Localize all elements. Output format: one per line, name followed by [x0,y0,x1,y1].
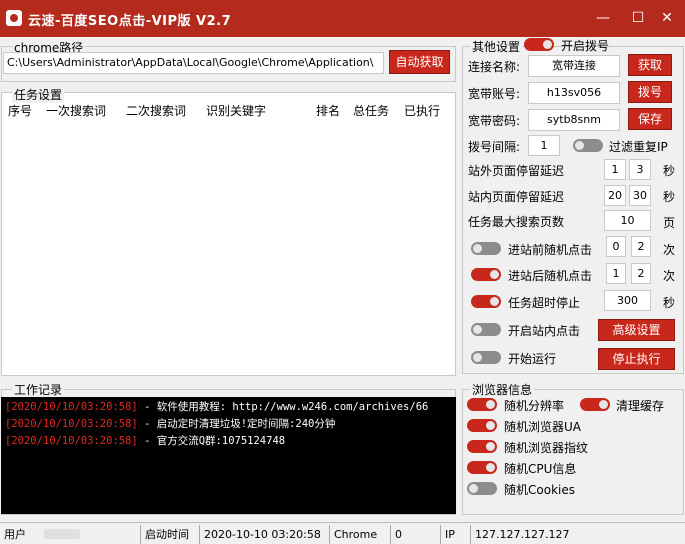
dial-button[interactable]: 拨号 [628,81,672,103]
column-total-tasks[interactable]: 总任务 [353,102,389,119]
random-cookies-toggle[interactable] [467,482,497,495]
work-log-console[interactable]: [2020/10/10/03:20:58] - 软件使用教程: http://w… [1,397,456,514]
log-line: [2020/10/10/03:20:58] - 官方交流Q群:107512474… [5,435,286,447]
task-settings-group [1,92,456,376]
pre-click-unit: 次 [663,243,676,257]
dial-interval-label: 拨号间隔: [468,140,521,154]
run-label: 开始运行 [508,352,557,366]
post-click-unit: 次 [663,269,676,283]
post-click-toggle[interactable] [471,268,501,281]
status-ip-value: 127.127.127.127 [470,525,569,544]
stop-execution-button[interactable]: 停止执行 [598,348,675,370]
pre-click-label: 进站前随机点击 [508,243,593,257]
column-index[interactable]: 序号 [8,102,32,119]
status-start-time-value: 2020-10-10 03:20:58 [199,525,321,544]
timeout-label: 任务超时停止 [508,296,581,310]
browser-info-legend: 浏览器信息 [470,381,535,398]
account-input[interactable]: h13sv056 [528,82,620,104]
status-bar: 用户 启动时间 2020-10-10 03:20:58 Chrome 0 IP … [0,522,685,544]
max-pages-unit: 页 [663,216,676,230]
timeout-unit: 秒 [663,296,676,310]
column-identify-keyword[interactable]: 识别关键字 [206,102,266,119]
filter-ip-label: 过滤重复IP [609,140,668,154]
max-pages-label: 任务最大搜索页数 [468,215,565,229]
post-click-max[interactable]: 2 [631,263,651,284]
column-rank[interactable]: 排名 [316,102,340,119]
minimize-button[interactable]: — [588,6,618,30]
password-label: 宽带密码: [468,114,521,128]
close-button[interactable]: ✕ [652,6,682,30]
other-settings-legend: 其他设置 [470,38,523,55]
save-button[interactable]: 保存 [628,108,672,130]
inside-delay-min[interactable]: 20 [604,185,626,206]
connection-name-input[interactable]: 宽带连接 [528,55,620,77]
timeout-toggle[interactable] [471,295,501,308]
random-resolution-toggle[interactable] [467,398,497,411]
post-click-min[interactable]: 1 [606,263,626,284]
inside-delay-label: 站内页面停留延迟 [468,190,565,204]
dial-interval-input[interactable]: 1 [528,135,560,156]
inner-click-toggle[interactable] [471,323,501,336]
status-start-time-label: 启动时间 [140,525,189,544]
app-logo-icon [6,10,22,26]
random-fingerprint-toggle[interactable] [467,440,497,453]
pre-click-min[interactable]: 0 [606,236,626,257]
inside-delay-unit: 秒 [663,190,676,204]
run-toggle[interactable] [471,351,501,364]
dial-toggle[interactable] [524,38,554,51]
window-title: 云速-百度SEO点击-VIP版 V2.7 [28,14,232,29]
log-line: [2020/10/10/03:20:58] - 软件使用教程: http://w… [5,401,429,413]
clear-cache-toggle[interactable] [580,398,610,411]
random-cpu-toggle[interactable] [467,461,497,474]
column-executed[interactable]: 已执行 [404,102,440,119]
inner-click-label: 开启站内点击 [508,324,581,338]
random-cpu-label: 随机CPU信息 [504,462,577,476]
connection-name-label: 连接名称: [468,60,521,74]
outside-delay-unit: 秒 [663,164,676,178]
chrome-path-input[interactable]: C:\Users\Administrator\AppData\Local\Goo… [3,52,384,74]
advanced-settings-button[interactable]: 高级设置 [598,319,675,341]
password-input[interactable]: sytb8snm [528,109,620,131]
inside-delay-max[interactable]: 30 [629,185,651,206]
dial-toggle-label: 开启拨号 [561,39,610,53]
column-second-keyword[interactable]: 二次搜索词 [126,102,186,119]
account-label: 宽带账号: [468,87,521,101]
get-connection-button[interactable]: 获取 [628,54,672,76]
filter-ip-toggle[interactable] [573,139,603,152]
log-line: [2020/10/10/03:20:58] - 启动定时清理垃圾!定时间隔:24… [5,418,336,430]
timeout-input[interactable]: 300 [604,290,651,311]
random-resolution-label: 随机分辨率 [504,399,565,413]
post-click-label: 进站后随机点击 [508,269,593,283]
pre-click-toggle[interactable] [471,242,501,255]
random-cookies-label: 随机Cookies [504,483,575,497]
task-table-header: 序号 一次搜索词 二次搜索词 识别关键字 排名 总任务 已执行 [2,100,455,118]
outside-delay-min[interactable]: 1 [604,159,626,180]
status-ip-label: IP [440,525,455,544]
maximize-button[interactable]: ☐ [623,6,653,30]
user-value-placeholder [44,529,80,539]
work-log-legend: 工作记录 [12,381,65,398]
pre-click-max[interactable]: 2 [631,236,651,257]
status-count-value: 0 [390,525,402,544]
clear-cache-label: 清理缓存 [616,399,665,413]
max-pages-input[interactable]: 10 [604,210,651,231]
random-ua-label: 随机浏览器UA [504,420,581,434]
random-fingerprint-label: 随机浏览器指纹 [504,441,589,455]
column-first-keyword[interactable]: 一次搜索词 [46,102,106,119]
auto-get-button[interactable]: 自动获取 [389,50,450,74]
status-browser-value: Chrome [329,525,377,544]
status-user-label: 用户 [4,528,26,541]
outside-delay-max[interactable]: 3 [629,159,651,180]
title-bar: 云速-百度SEO点击-VIP版 V2.7 — ☐ ✕ [0,0,685,37]
random-ua-toggle[interactable] [467,419,497,432]
outside-delay-label: 站外页面停留延迟 [468,164,565,178]
